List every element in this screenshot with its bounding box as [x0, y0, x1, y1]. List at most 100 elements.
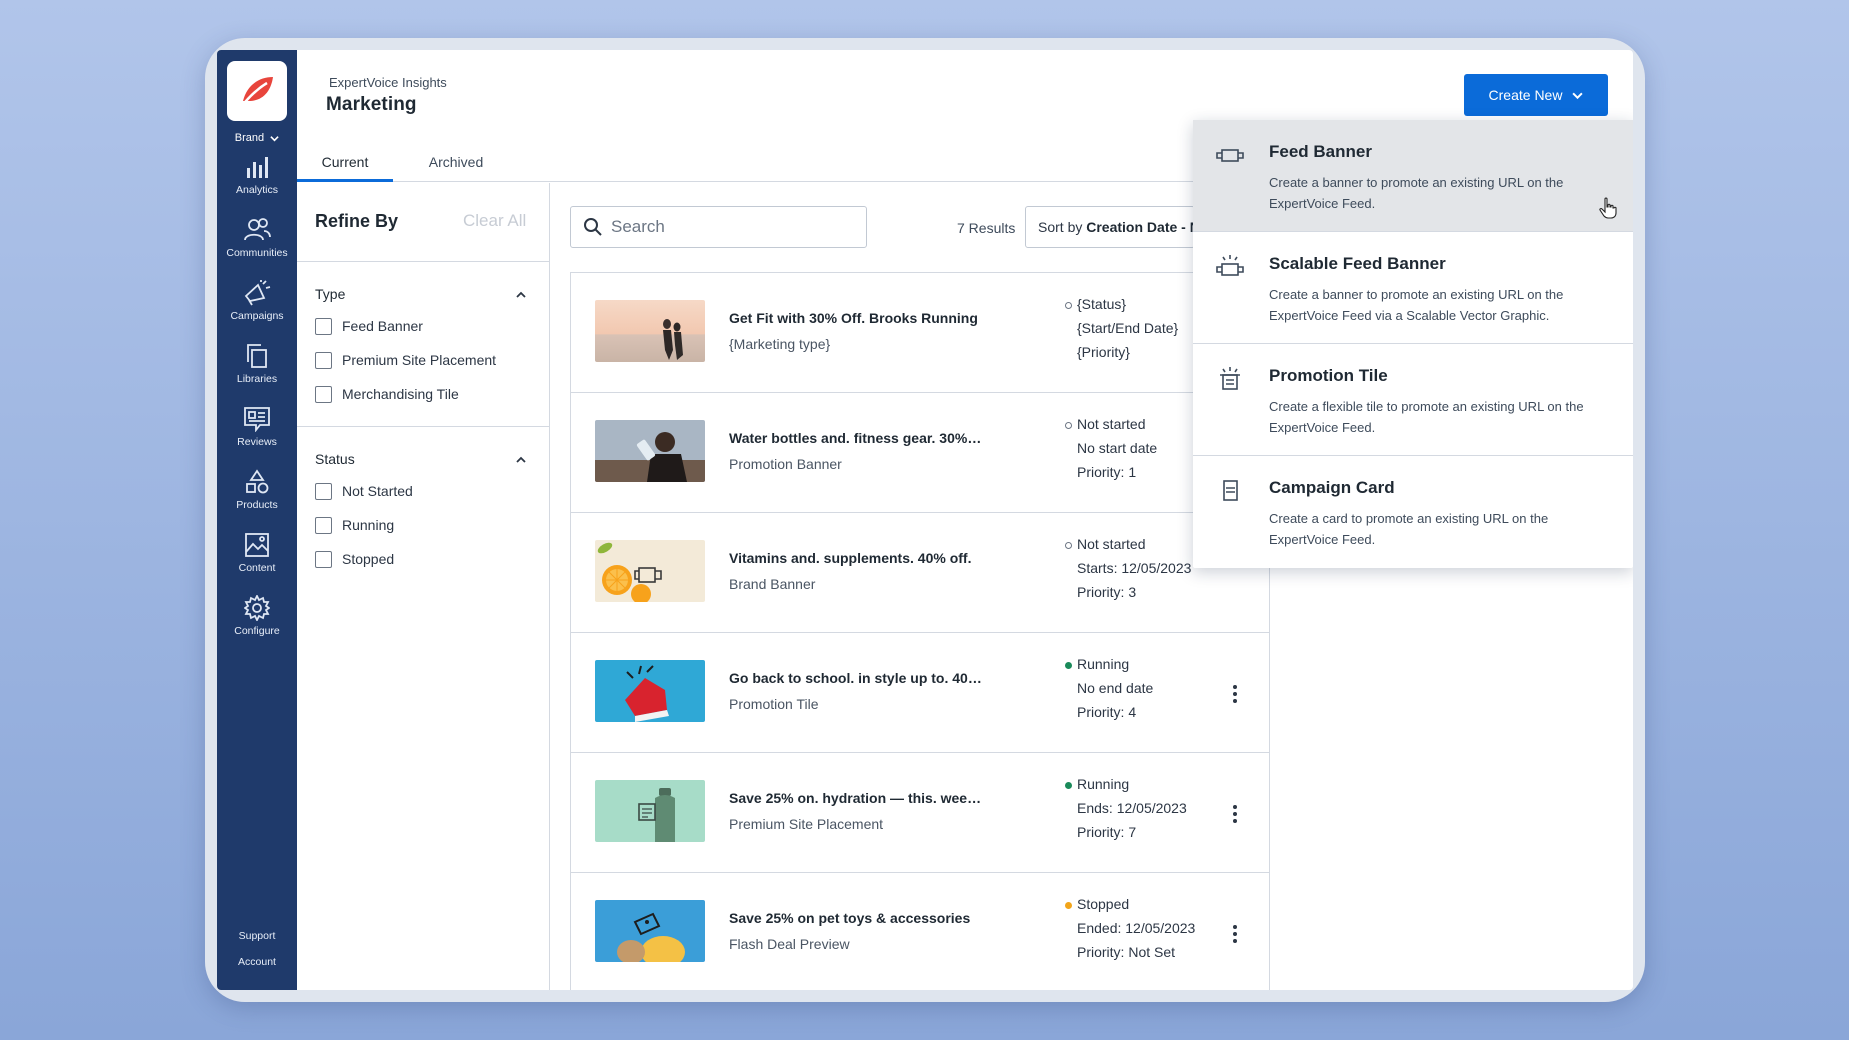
- menu-item-feed-banner[interactable]: Feed Banner Create a banner to promote a…: [1193, 120, 1633, 232]
- banner-icon: [1216, 149, 1244, 162]
- divider: [297, 261, 550, 262]
- nav-item-campaigns[interactable]: Campaigns: [217, 280, 297, 336]
- more-options-icon[interactable]: [1229, 923, 1241, 945]
- row-title[interactable]: Go back to school. in style up to. 40% o…: [729, 670, 984, 686]
- menu-item-promotion-tile[interactable]: Promotion Tile Create a flexible tile to…: [1193, 344, 1633, 456]
- table-row[interactable]: Water bottles and. fitness gear. 30% off…: [571, 393, 1269, 513]
- checkbox[interactable]: [315, 516, 332, 534]
- checkbox[interactable]: [315, 550, 332, 568]
- table-row[interactable]: Save 25% on pet toys & accessories Flash…: [571, 873, 1269, 990]
- nav-label: Products: [236, 499, 278, 511]
- menu-item-description: Create a card to promote an existing URL…: [1269, 511, 1549, 547]
- nav-label: Campaigns: [230, 310, 284, 322]
- more-options-icon[interactable]: [1229, 683, 1241, 705]
- row-title[interactable]: Get Fit with 30% Off. Brooks Running: [729, 310, 978, 326]
- row-type: Promotion Tile: [729, 696, 819, 712]
- thumbnail-pet-toy: [595, 900, 705, 962]
- side-nav: Brand Analytics Communities Campaigns Li…: [217, 50, 297, 990]
- row-title[interactable]: Vitamins and. supplements. 40% off.: [729, 550, 971, 566]
- campaign-list: Get Fit with 30% Off. Brooks Running {Ma…: [570, 272, 1270, 990]
- chevron-up-icon[interactable]: [515, 289, 527, 301]
- nav-label: Reviews: [237, 436, 277, 448]
- thumbnail-red-sneaker: [595, 660, 705, 722]
- filter-feed-banner[interactable]: Feed Banner: [315, 316, 423, 336]
- table-row[interactable]: Save 25% on. hydration — this. week only…: [571, 753, 1269, 873]
- date-text: Ends: 12/05/2023: [1077, 800, 1187, 816]
- nav-label: Configure: [234, 625, 280, 637]
- row-title[interactable]: Save 25% on pet toys & accessories: [729, 910, 970, 926]
- table-row[interactable]: Vitamins and. supplements. 40% off. Bran…: [571, 513, 1269, 633]
- nav-item-communities[interactable]: Communities: [217, 217, 297, 273]
- thumbnail-oranges: [595, 540, 705, 602]
- gear-icon: [244, 595, 270, 621]
- account-link[interactable]: Account: [217, 956, 297, 968]
- search-input[interactable]: [611, 217, 831, 237]
- sort-select[interactable]: Sort by Creation Date - N: [1025, 206, 1195, 248]
- priority-text: Priority: 3: [1077, 584, 1137, 600]
- checkbox-label: Premium Site Placement: [342, 352, 497, 368]
- image-icon: [245, 533, 269, 557]
- status-text: {Status}: [1077, 296, 1127, 312]
- sort-prefix: Sort by: [1038, 219, 1087, 235]
- thumbnail-water-bottle: [595, 420, 705, 482]
- checkbox-label: Not Started: [342, 483, 413, 499]
- menu-item-campaign-card[interactable]: Campaign Card Create a card to promote a…: [1193, 456, 1633, 568]
- hand-cursor-icon: [1599, 197, 1617, 219]
- menu-item-title: Scalable Feed Banner: [1269, 254, 1446, 273]
- filter-stopped[interactable]: Stopped: [315, 549, 394, 569]
- menu-item-title: Campaign Card: [1269, 478, 1395, 497]
- checkbox[interactable]: [315, 317, 332, 335]
- menu-item-scalable-feed-banner[interactable]: Scalable Feed Banner Create a banner to …: [1193, 232, 1633, 344]
- chevron-down-icon: [1572, 92, 1584, 99]
- logo[interactable]: [227, 61, 287, 121]
- filter-merchandising-tile[interactable]: Merchandising Tile: [315, 384, 459, 404]
- nav-item-products[interactable]: Products: [217, 469, 297, 525]
- menu-item-title: Promotion Tile: [1269, 366, 1388, 385]
- table-row[interactable]: Go back to school. in style up to. 40% o…: [571, 633, 1269, 753]
- priority-text: Priority: 1: [1077, 464, 1137, 480]
- create-new-button[interactable]: Create New: [1464, 74, 1608, 116]
- bar-chart-icon: [247, 157, 268, 178]
- tab-current[interactable]: Current: [297, 142, 393, 182]
- checkbox[interactable]: [315, 351, 332, 369]
- row-type: Flash Deal Preview: [729, 936, 850, 952]
- status-dot: [1065, 662, 1072, 669]
- priority-text: Priority: 4: [1077, 704, 1137, 720]
- breadcrumb[interactable]: ExpertVoice Insights: [329, 75, 447, 90]
- megaphone-icon: [244, 280, 271, 306]
- filter-running[interactable]: Running: [315, 515, 394, 535]
- promotion-tile-icon: [1220, 367, 1240, 390]
- filter-not-started[interactable]: Not Started: [315, 481, 413, 501]
- search-box[interactable]: [570, 206, 867, 248]
- search-icon: [584, 218, 602, 236]
- support-link[interactable]: Support: [217, 930, 297, 942]
- checkbox-label: Merchandising Tile: [342, 386, 459, 402]
- row-type: Promotion Banner: [729, 456, 842, 472]
- menu-item-title: Feed Banner: [1269, 142, 1372, 161]
- filter-premium-site-placement[interactable]: Premium Site Placement: [315, 350, 496, 370]
- brand-label: Brand: [234, 132, 265, 144]
- priority-text: Priority: Not Set: [1077, 944, 1176, 960]
- row-title[interactable]: Save 25% on. hydration — this. week only: [729, 790, 984, 806]
- row-title[interactable]: Water bottles and. fitness gear. 30% off: [729, 430, 984, 446]
- status-dot: [1065, 302, 1072, 309]
- people-icon: [244, 218, 271, 241]
- date-text: {Start/End Date}: [1077, 320, 1179, 336]
- checkbox[interactable]: [315, 385, 332, 403]
- nav-item-analytics[interactable]: Analytics: [217, 154, 297, 210]
- nav-item-libraries[interactable]: Libraries: [217, 343, 297, 399]
- nav-item-reviews[interactable]: Reviews: [217, 406, 297, 462]
- nav-item-content[interactable]: Content: [217, 532, 297, 588]
- copy-icon: [247, 344, 267, 368]
- more-options-icon[interactable]: [1229, 803, 1241, 825]
- tab-archived[interactable]: Archived: [411, 142, 501, 182]
- chevron-up-icon[interactable]: [515, 454, 527, 466]
- clear-all-button[interactable]: Clear All: [463, 211, 526, 231]
- status-dot: [1065, 422, 1072, 429]
- checkbox[interactable]: [315, 482, 332, 500]
- status-text: Stopped: [1077, 896, 1130, 912]
- table-row[interactable]: Get Fit with 30% Off. Brooks Running {Ma…: [571, 273, 1269, 393]
- chevron-down-icon: [270, 135, 279, 142]
- brand-switcher[interactable]: Brand: [217, 132, 297, 144]
- nav-item-configure[interactable]: Configure: [217, 595, 297, 651]
